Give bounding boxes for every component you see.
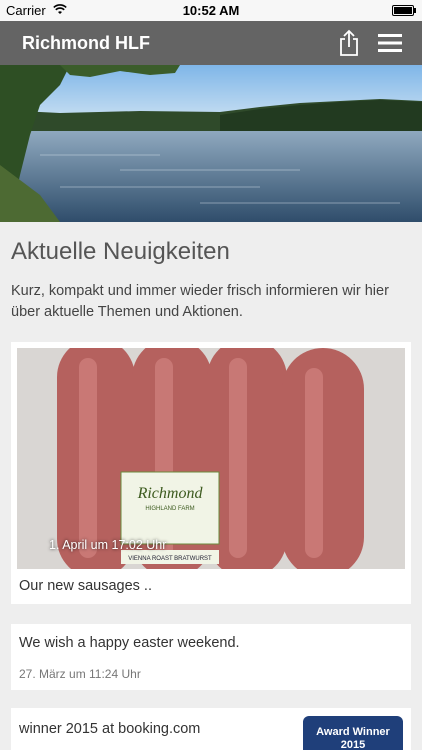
- section-intro: Kurz, kompakt und immer wieder frisch in…: [11, 283, 389, 320]
- news-card[interactable]: We wish a happy easter weekend. 27. März…: [11, 624, 411, 690]
- post-text: winner 2015 at booking.com: [19, 721, 201, 737]
- award-badge-line2: 2015: [340, 739, 366, 750]
- sausage-photo: Richmond HIGHLAND FARM VIENNA ROAST BRAT…: [17, 348, 405, 569]
- battery-icon: [392, 5, 416, 16]
- post-text: Our new sausages ..: [19, 578, 152, 594]
- label-product: VIENNA ROAST BRATWURST: [128, 556, 212, 562]
- share-icon[interactable]: [337, 29, 361, 57]
- hamburger-menu-icon[interactable]: [378, 33, 402, 53]
- post-text: We wish a happy easter weekend.: [19, 635, 240, 651]
- label-brand: Richmond: [137, 485, 204, 502]
- app-title: Richmond HLF: [22, 33, 150, 53]
- status-bar: Carrier 10:52 AM: [0, 0, 422, 21]
- post-timestamp: 1. April um 17:02 Uhr: [49, 538, 167, 552]
- news-card[interactable]: winner 2015 at booking.com Award Winner …: [11, 708, 411, 750]
- award-badge-line1: Award Winner: [316, 726, 390, 738]
- clock: 10:52 AM: [182, 3, 240, 18]
- news-card[interactable]: Richmond HIGHLAND FARM VIENNA ROAST BRAT…: [11, 342, 411, 604]
- post-date: 27. März um 11:24 Uhr: [19, 667, 141, 681]
- navigation-bar: Richmond HLF: [0, 21, 422, 65]
- hero-image: [0, 65, 422, 222]
- label-subtitle: HIGHLAND FARM: [145, 506, 194, 512]
- section-title: Aktuelle Neuigkeiten: [11, 238, 230, 265]
- award-badge: Award Winner 2015: [303, 716, 403, 750]
